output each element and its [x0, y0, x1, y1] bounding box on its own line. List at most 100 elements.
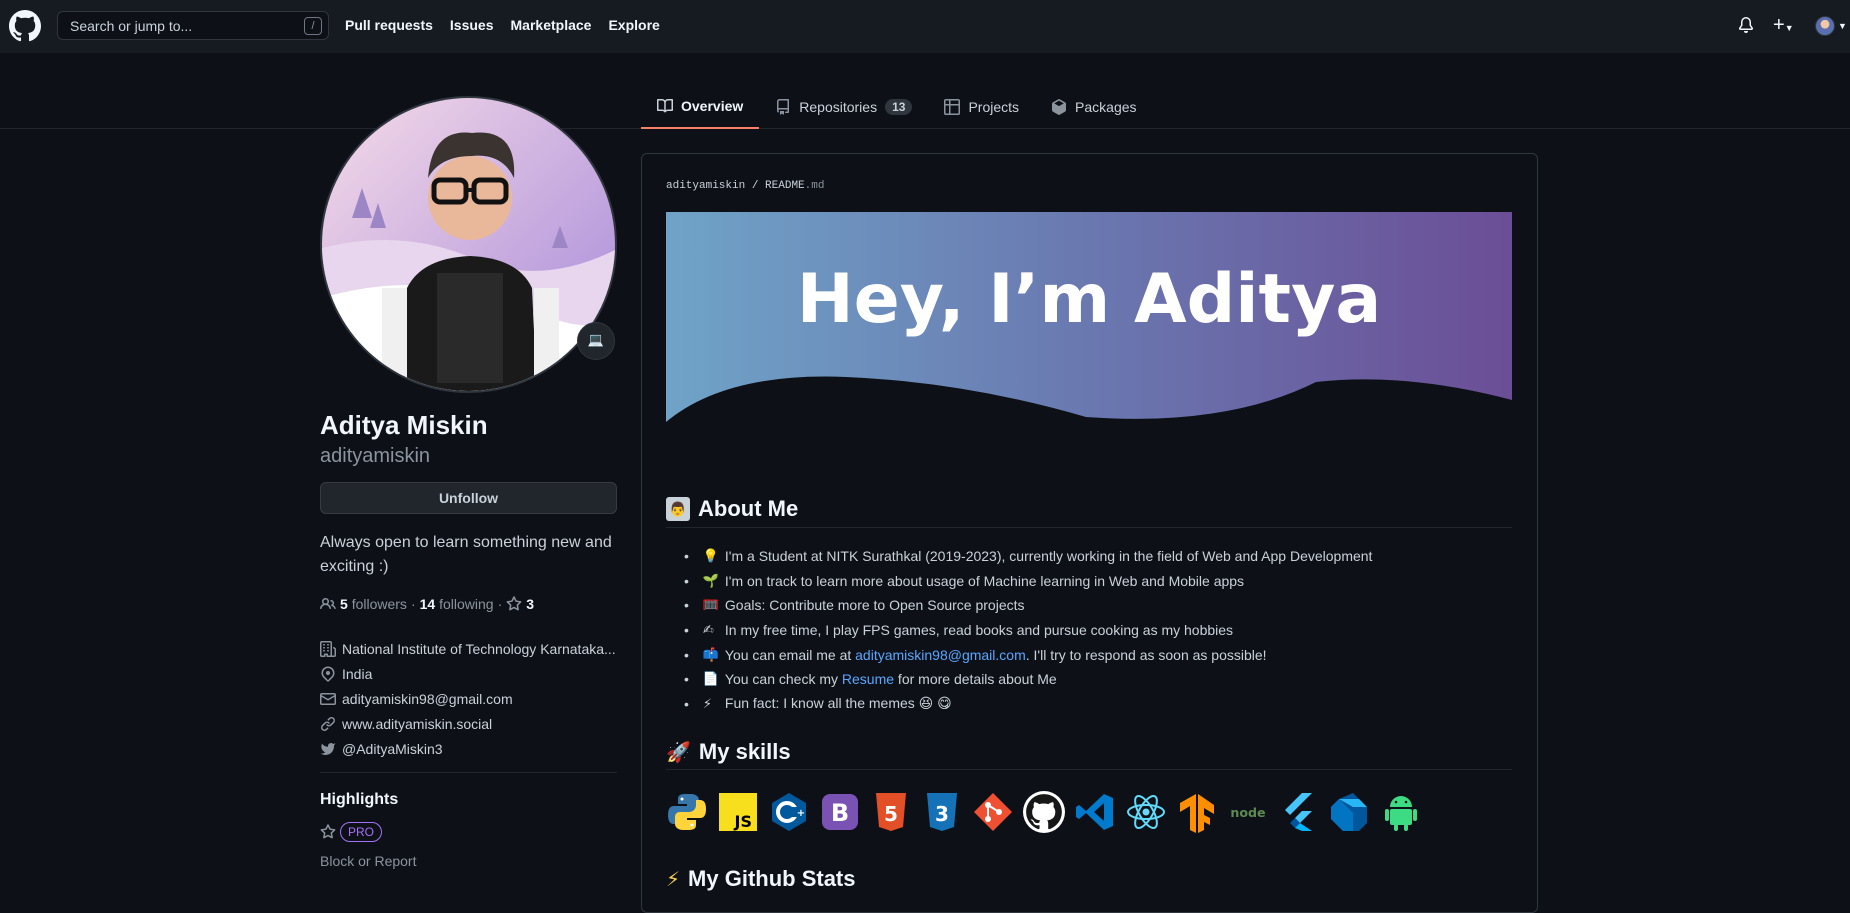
nodejs-icon[interactable]: node: [1227, 791, 1269, 833]
react-icon[interactable]: [1125, 791, 1167, 833]
list-item: 💡I'm a Student at NITK Surathkal (2019-2…: [686, 544, 1373, 569]
project-icon: [944, 98, 961, 115]
svg-text:3: 3: [935, 802, 949, 826]
cplusplus-icon[interactable]: +: [768, 791, 810, 833]
list-item: ✍In my free time, I play FPS games, read…: [686, 618, 1372, 643]
highlights-heading: Highlights: [320, 791, 399, 808]
pro-badge[interactable]: PRO: [340, 822, 383, 842]
block-or-report-link[interactable]: Block or Report: [320, 853, 416, 869]
tab-projects-label: Projects: [968, 98, 1020, 115]
star-icon: [320, 824, 336, 839]
website-item[interactable]: www.adityamiskin.social: [320, 711, 616, 736]
avatar-illustration: [322, 98, 615, 391]
website-link[interactable]: www.adityamiskin.social: [342, 716, 492, 732]
followers-link[interactable]: 5 followers: [340, 596, 407, 612]
git-icon[interactable]: [972, 791, 1014, 833]
sidebar-divider: [320, 772, 617, 773]
location-text: India: [342, 665, 373, 682]
readme-owner-link[interactable]: adityamiskin: [666, 180, 745, 192]
flutter-icon[interactable]: [1278, 791, 1320, 833]
readme-banner: Hey, I’m Aditya: [666, 212, 1512, 466]
following-link[interactable]: 14 following: [420, 596, 494, 612]
readme-path: adityamiskin / README.md: [666, 180, 825, 192]
tensorflow-icon[interactable]: [1176, 791, 1218, 833]
tab-overview[interactable]: Overview: [641, 84, 760, 129]
android-icon[interactable]: [1380, 791, 1422, 833]
skills-icons-row: JS + B 5 3 node: [666, 791, 1422, 833]
tab-projects[interactable]: Projects: [928, 84, 1035, 129]
status-emoji-button[interactable]: 💻: [577, 322, 615, 360]
organization-item: National Institute of Technology Karnata…: [320, 636, 616, 661]
banner-graphic: Hey, I’m Aditya: [666, 212, 1512, 466]
list-item: 🌱I'm on track to learn more about usage …: [686, 569, 1372, 594]
profile-details: National Institute of Technology Karnata…: [320, 636, 616, 761]
follow-stats: 5 followers · 14 following · 3: [320, 596, 534, 612]
nav-issues[interactable]: Issues: [450, 17, 494, 33]
python-icon[interactable]: [666, 791, 708, 833]
css3-icon[interactable]: 3: [921, 791, 963, 833]
banner-title: Hey, I’m Aditya: [797, 260, 1382, 339]
readme-file-link[interactable]: README.md: [765, 180, 824, 192]
link-icon: [321, 716, 335, 731]
github-icon[interactable]: [1023, 791, 1065, 833]
search-shortcut-key: /: [304, 17, 322, 35]
tab-packages[interactable]: Packages: [1035, 84, 1152, 129]
list-item: ⚡Fun fact: I know all the memes 😆 😋: [686, 692, 1372, 717]
readme-email-link[interactable]: adityamiskin98@gmail.com: [855, 647, 1026, 663]
repo-icon: [777, 98, 790, 115]
twitter-link[interactable]: @AdityaMiskin3: [342, 741, 443, 757]
search-box[interactable]: /: [57, 11, 329, 40]
bell-icon[interactable]: [1738, 17, 1754, 33]
javascript-icon[interactable]: JS: [717, 791, 759, 833]
bootstrap-icon[interactable]: B: [819, 791, 861, 833]
chevron-down-icon: ▼: [1784, 23, 1794, 33]
people-icon: [320, 597, 336, 610]
svg-text:JS: JS: [734, 812, 752, 831]
html5-icon[interactable]: 5: [870, 791, 912, 833]
stars-link[interactable]: 3: [526, 596, 534, 612]
nav-pull-requests[interactable]: Pull requests: [345, 17, 433, 33]
github-logo-icon[interactable]: [9, 10, 41, 42]
search-input[interactable]: [70, 17, 290, 34]
resume-link[interactable]: Resume: [842, 671, 894, 687]
profile-fullname: Aditya Miskin: [320, 410, 488, 440]
svg-text:B: B: [831, 799, 849, 827]
chevron-down-icon: ▼: [1838, 21, 1847, 31]
vscode-icon[interactable]: [1074, 791, 1116, 833]
list-item: 📄You can check my Resume for more detail…: [686, 667, 1372, 692]
profile-username: adityamiskin: [320, 445, 431, 467]
user-avatar-menu[interactable]: [1815, 16, 1835, 36]
location-item: India: [320, 661, 616, 686]
global-nav: Pull requests Issues Marketplace Explore: [345, 17, 660, 33]
email-link[interactable]: adityamiskin98@gmail.com: [342, 691, 513, 707]
organization-icon: [320, 640, 336, 657]
svg-text:node: node: [1230, 805, 1265, 820]
unfollow-button[interactable]: Unfollow: [320, 482, 617, 514]
nav-explore[interactable]: Explore: [608, 17, 659, 33]
create-new-menu[interactable]: +▼: [1773, 14, 1794, 37]
my-skills-heading: 🚀 My skills: [666, 739, 791, 764]
about-me-heading: 👨 About Me: [666, 496, 798, 522]
tab-repositories-label: Repositories: [799, 98, 878, 115]
profile-bio: Always open to learn something new and e…: [320, 534, 612, 575]
top-header: / Pull requests Issues Marketplace Explo…: [0, 0, 1850, 53]
package-icon: [1052, 98, 1067, 115]
dart-icon[interactable]: [1329, 791, 1371, 833]
svg-text:+: +: [797, 808, 805, 819]
svg-text:5: 5: [884, 802, 898, 826]
twitter-item[interactable]: @AdityaMiskin3: [320, 736, 616, 761]
profile-avatar[interactable]: [320, 96, 617, 393]
list-item: 📫You can email me at adityamiskin98@gmai…: [686, 642, 1372, 667]
heading-rule: [666, 769, 1512, 770]
email-item[interactable]: adityamiskin98@gmail.com: [320, 686, 616, 711]
highlights-row: PRO: [320, 822, 383, 842]
profile-tabs-bar: Overview Repositories 13 Projects Packag…: [0, 84, 1850, 129]
about-me-icon: 👨: [666, 497, 690, 521]
location-icon: [321, 665, 335, 682]
tab-repositories[interactable]: Repositories 13: [759, 84, 928, 129]
tab-packages-label: Packages: [1075, 98, 1137, 115]
rocket-icon: 🚀: [666, 741, 691, 764]
readme-card: adityamiskin / README.md Hey, I’m Aditya…: [641, 153, 1538, 913]
nav-marketplace[interactable]: Marketplace: [511, 17, 592, 33]
about-me-list: 💡I'm a Student at NITK Surathkal (2019-2…: [686, 544, 1373, 717]
